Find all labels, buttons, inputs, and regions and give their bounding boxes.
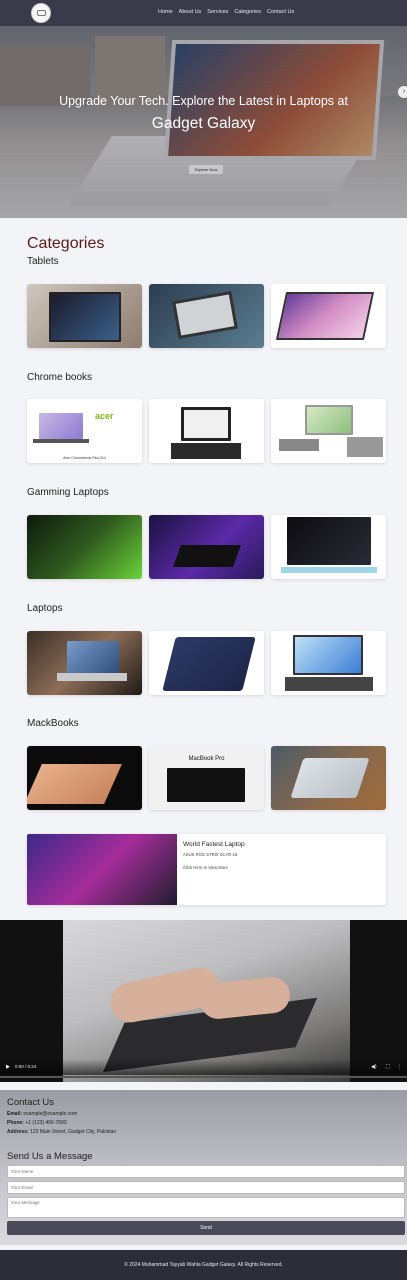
product-card[interactable]: acer Acer Chromebook Plus 514: [27, 399, 142, 463]
laptop-base: [285, 677, 373, 691]
laptop-screen: [293, 635, 363, 675]
product-card[interactable]: [271, 631, 386, 695]
nav-services[interactable]: Services: [207, 9, 228, 15]
navbar: Home About Us Services Categories Contac…: [0, 0, 407, 26]
address-value: 123 Main Street, Gadget City, Pakistan: [30, 1129, 117, 1135]
hero-banner: Upgrade Your Tech. Explore the Latest in…: [0, 26, 407, 218]
section-label-tablets: Tablets: [27, 256, 59, 267]
fullscreen-icon[interactable]: ⛶: [386, 1064, 390, 1070]
chevron-right-icon[interactable]: ›: [398, 86, 407, 98]
product-card[interactable]: [149, 515, 264, 579]
hero-subtitle: Gadget Galaxy: [151, 115, 256, 132]
gaming-laptop-image: [27, 515, 142, 579]
nav-home[interactable]: Home: [158, 9, 173, 15]
hero-title-line: Upgrade Your Tech. Explore the Latest in…: [59, 94, 348, 108]
product-card[interactable]: [271, 284, 386, 348]
send-button[interactable]: Send: [7, 1221, 405, 1235]
contact-email: Email: example@example.com: [7, 1111, 77, 1117]
product-card[interactable]: [27, 631, 142, 695]
featured-product[interactable]: World Fastest Laptop ASUS ROG STRIX SCAR…: [27, 834, 386, 905]
address-label: Address:: [7, 1129, 29, 1135]
laptop-base: [57, 673, 127, 681]
message-input[interactable]: [7, 1197, 405, 1218]
product-card[interactable]: [27, 284, 142, 348]
phone-value: +1 (123) 456-7890: [25, 1120, 67, 1126]
footer: © 2024 Muhammad Tayyab Wahla Gadget Gala…: [0, 1250, 407, 1280]
product-card[interactable]: [149, 631, 264, 695]
volume-icon[interactable]: ◀): [371, 1064, 377, 1070]
name-input[interactable]: [7, 1165, 405, 1178]
laptop-icon: [36, 10, 46, 16]
featured-title: World Fastest Laptop: [183, 841, 245, 848]
video-player[interactable]: ▶ 0:00 / 0:24 ◀) ⛶ ⋮: [0, 920, 407, 1082]
chromebook-screen: [305, 405, 353, 435]
contact-title: Contact Us: [7, 1097, 54, 1108]
section-label-chromebooks: Chrome books: [27, 372, 93, 383]
laptop-screen: [67, 641, 119, 673]
email-label: Email:: [7, 1111, 23, 1117]
chromebook-screen: [39, 413, 83, 439]
message-form-title: Send Us a Message: [7, 1151, 93, 1162]
product-card[interactable]: [149, 399, 264, 463]
section-label-macbooks: MackBooks: [27, 718, 79, 729]
video-controls: [0, 1059, 407, 1075]
gaming-laptop-base: [172, 545, 242, 567]
email-input[interactable]: [7, 1181, 405, 1194]
more-options-icon[interactable]: ⋮: [397, 1064, 402, 1070]
card-caption: Acer Chromebook Plus 514: [63, 456, 106, 460]
phone-label: Phone:: [7, 1120, 24, 1126]
contact-address: Address: 123 Main Street, Gadget City, P…: [7, 1129, 116, 1135]
section-label-laptops: Laptops: [27, 603, 63, 614]
nav-links: Home About Us Services Categories Contac…: [158, 9, 294, 15]
product-card[interactable]: [27, 515, 142, 579]
contact-section: Contact Us Email: example@example.com Ph…: [0, 1090, 407, 1245]
product-card[interactable]: [149, 284, 264, 348]
video-time: 0:00 / 0:24: [15, 1064, 37, 1069]
product-card[interactable]: [271, 746, 386, 810]
product-card[interactable]: [271, 399, 386, 463]
laptop-lid: [162, 637, 256, 691]
tablet-screen: [275, 292, 375, 340]
play-icon[interactable]: ▶: [6, 1064, 10, 1070]
featured-link[interactable]: Click Here to View More: [183, 865, 228, 870]
macbook-lid: [290, 758, 370, 798]
nav-contact[interactable]: Contact Us: [267, 9, 294, 15]
featured-description: ASUS ROG STRIX SCAR 18: [183, 852, 238, 857]
product-card[interactable]: MacBook Pro: [149, 746, 264, 810]
email-value: example@example.com: [23, 1111, 78, 1117]
section-label-gaming: Gamming Laptops: [27, 487, 109, 498]
site-logo[interactable]: [31, 3, 51, 23]
acer-logo: acer: [95, 411, 114, 421]
macbook-pro-logo: MacBook Pro: [188, 756, 225, 762]
chromebook-screen: [181, 407, 231, 441]
contact-phone: Phone: +1 (123) 456-7890: [7, 1120, 67, 1126]
product-card[interactable]: [27, 746, 142, 810]
chromebook-base: [171, 443, 241, 459]
chromebook-base: [279, 439, 319, 451]
nav-categories[interactable]: Categories: [234, 9, 261, 15]
macbook-screen: [167, 768, 245, 802]
gaming-laptop-screen: [287, 517, 371, 565]
product-card[interactable]: [271, 515, 386, 579]
hero-title: Upgrade Your Tech. Explore the Latest in…: [0, 93, 407, 132]
gaming-laptop-base: [281, 567, 377, 573]
featured-image: [27, 834, 177, 905]
chromebook-base: [347, 437, 383, 457]
video-progress-bar[interactable]: [0, 1076, 407, 1078]
chromebook-base: [33, 439, 89, 443]
explore-button[interactable]: Explore Now: [189, 165, 223, 174]
categories-title: Categories: [27, 235, 105, 252]
tablet-screen: [49, 292, 121, 342]
nav-about[interactable]: About Us: [179, 9, 202, 15]
